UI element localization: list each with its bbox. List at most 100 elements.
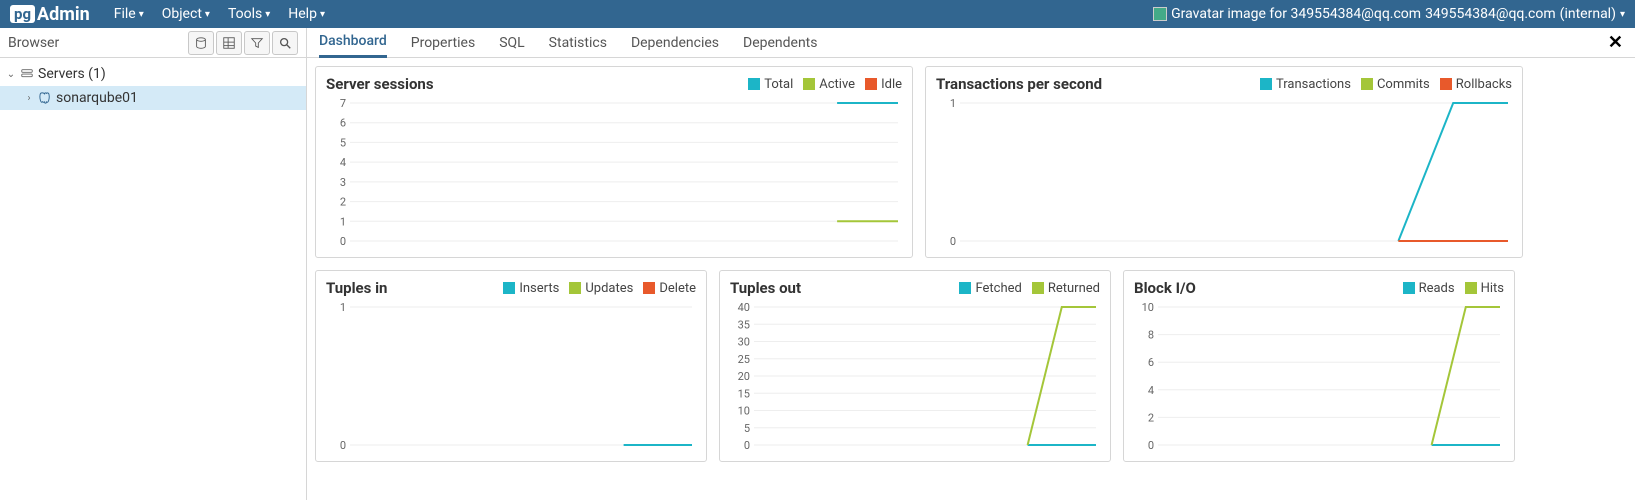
svg-text:20: 20	[738, 370, 750, 383]
legend-transactions: Transactions	[1260, 77, 1351, 92]
svg-text:6: 6	[1148, 356, 1154, 369]
tab-dependents[interactable]: Dependents	[743, 28, 817, 58]
expand-icon[interactable]: ⌄	[4, 69, 18, 80]
tree-label: Servers (1)	[36, 66, 106, 82]
chart-tuples-out: 0 5 10 15 20 25 30 35 40	[730, 301, 1100, 451]
legend: Transactions Commits Rollbacks	[1260, 77, 1512, 92]
tree-server-sonarqube01[interactable]: › sonarqube01	[0, 86, 306, 110]
svg-text:1: 1	[340, 301, 346, 314]
browser-header: Browser	[0, 28, 306, 58]
menu-help[interactable]: Help▾	[288, 6, 325, 22]
chart-block-io: 0246810	[1134, 301, 1504, 451]
tab-properties[interactable]: Properties	[411, 28, 475, 58]
panel-tps: Transactions per second Transactions Com…	[925, 66, 1523, 258]
legend-returned: Returned	[1032, 281, 1100, 296]
top-menu-bar: pgAdmin File▾ Object▾ Tools▾ Help▾ Grava…	[0, 0, 1635, 28]
close-icon[interactable]: ✕	[1608, 32, 1623, 53]
svg-text:3: 3	[340, 176, 346, 189]
svg-text:10: 10	[738, 405, 750, 418]
legend-inserts: Inserts	[503, 281, 559, 296]
tab-dashboard[interactable]: Dashboard	[319, 28, 387, 58]
logo-pg: pg	[10, 5, 35, 23]
panel-title: Server sessions	[326, 75, 434, 93]
legend-delete: Delete	[643, 281, 696, 296]
svg-text:40: 40	[738, 301, 750, 314]
legend-reads: Reads	[1403, 281, 1455, 296]
svg-text:30: 30	[738, 336, 750, 349]
logo-admin: Admin	[37, 4, 90, 25]
legend-total: Total	[748, 77, 793, 92]
servers-group-icon	[18, 67, 36, 81]
svg-text:25: 25	[738, 353, 750, 366]
svg-text:0: 0	[744, 439, 750, 451]
main-menu: File▾ Object▾ Tools▾ Help▾	[114, 6, 325, 22]
search-icon	[278, 36, 292, 50]
legend: Reads Hits	[1403, 281, 1504, 296]
chart-tps: 01	[936, 97, 1512, 247]
object-tree: ⌄ Servers (1) › sonarqube01	[0, 58, 306, 114]
chevron-down-icon: ▾	[320, 9, 325, 20]
svg-text:5: 5	[744, 422, 750, 435]
chevron-down-icon: ▾	[139, 9, 144, 20]
chart-tuples-in: 01	[326, 301, 696, 451]
browser-panel: Browser ⌄ Servers (1) › sonarqube01	[0, 28, 307, 500]
svg-text:1: 1	[340, 215, 346, 228]
main-area: Dashboard Properties SQL Statistics Depe…	[307, 28, 1635, 500]
legend-commits: Commits	[1361, 77, 1430, 92]
tab-sql[interactable]: SQL	[499, 28, 524, 58]
legend-hits: Hits	[1465, 281, 1504, 296]
tree-label: sonarqube01	[54, 90, 138, 106]
svg-text:0: 0	[340, 235, 346, 247]
svg-text:5: 5	[340, 136, 346, 149]
chart-sessions: 0 1 2 3 4 5 6 7	[326, 97, 902, 247]
filter-button[interactable]	[244, 31, 270, 55]
panel-title: Tuples out	[730, 279, 801, 297]
legend-active: Active	[803, 77, 855, 92]
user-email: 349554384@qq.com	[1425, 6, 1556, 22]
svg-text:10: 10	[1142, 301, 1154, 314]
svg-text:4: 4	[340, 156, 346, 169]
user-suffix: (internal)	[1560, 6, 1616, 22]
postgres-server-icon	[36, 91, 54, 106]
menu-file[interactable]: File▾	[114, 6, 144, 22]
legend: Total Active Idle	[748, 77, 902, 92]
tree-servers[interactable]: ⌄ Servers (1)	[0, 62, 306, 86]
svg-text:8: 8	[1148, 329, 1154, 342]
panel-server-sessions: Server sessions Total Active Idle 0 1 2 3 4 5…	[315, 66, 913, 258]
chevron-down-icon: ▾	[1620, 9, 1625, 20]
legend-idle: Idle	[865, 77, 902, 92]
app-logo[interactable]: pgAdmin	[10, 4, 90, 25]
panel-title: Transactions per second	[936, 75, 1102, 93]
browser-title: Browser	[8, 35, 188, 51]
expand-icon[interactable]: ›	[22, 93, 36, 104]
legend-rollbacks: Rollbacks	[1440, 77, 1512, 92]
panel-tuples-out: Tuples out Fetched Returned 051015202530…	[719, 270, 1111, 462]
search-button[interactable]	[272, 31, 298, 55]
panel-title: Tuples in	[326, 279, 387, 297]
tab-dependencies[interactable]: Dependencies	[631, 28, 719, 58]
panel-block-io: Block I/O Reads Hits 0246810	[1123, 270, 1515, 462]
svg-text:0: 0	[340, 439, 346, 451]
filter-icon	[250, 36, 264, 50]
svg-text:0: 0	[950, 235, 956, 247]
svg-text:15: 15	[738, 387, 750, 400]
svg-text:2: 2	[340, 196, 346, 209]
user-dropdown[interactable]: Gravatar image for 349554384@qq.com 3495…	[1153, 6, 1625, 22]
legend-updates: Updates	[569, 281, 633, 296]
svg-text:2: 2	[1148, 411, 1154, 424]
view-data-button[interactable]	[216, 31, 242, 55]
panel-tuples-in: Tuples in Inserts Updates Delete 01	[315, 270, 707, 462]
tab-bar: Dashboard Properties SQL Statistics Depe…	[307, 28, 1635, 58]
tab-statistics[interactable]: Statistics	[549, 28, 607, 58]
svg-text:6: 6	[340, 117, 346, 130]
svg-text:35: 35	[738, 318, 750, 331]
query-tool-button[interactable]	[188, 31, 214, 55]
svg-text:7: 7	[340, 97, 346, 110]
menu-object[interactable]: Object▾	[162, 6, 210, 22]
broken-image-icon	[1153, 7, 1167, 21]
panel-title: Block I/O	[1134, 279, 1196, 297]
chevron-down-icon: ▾	[265, 9, 270, 20]
menu-tools[interactable]: Tools▾	[228, 6, 270, 22]
chevron-down-icon: ▾	[205, 9, 210, 20]
svg-text:4: 4	[1148, 384, 1154, 397]
